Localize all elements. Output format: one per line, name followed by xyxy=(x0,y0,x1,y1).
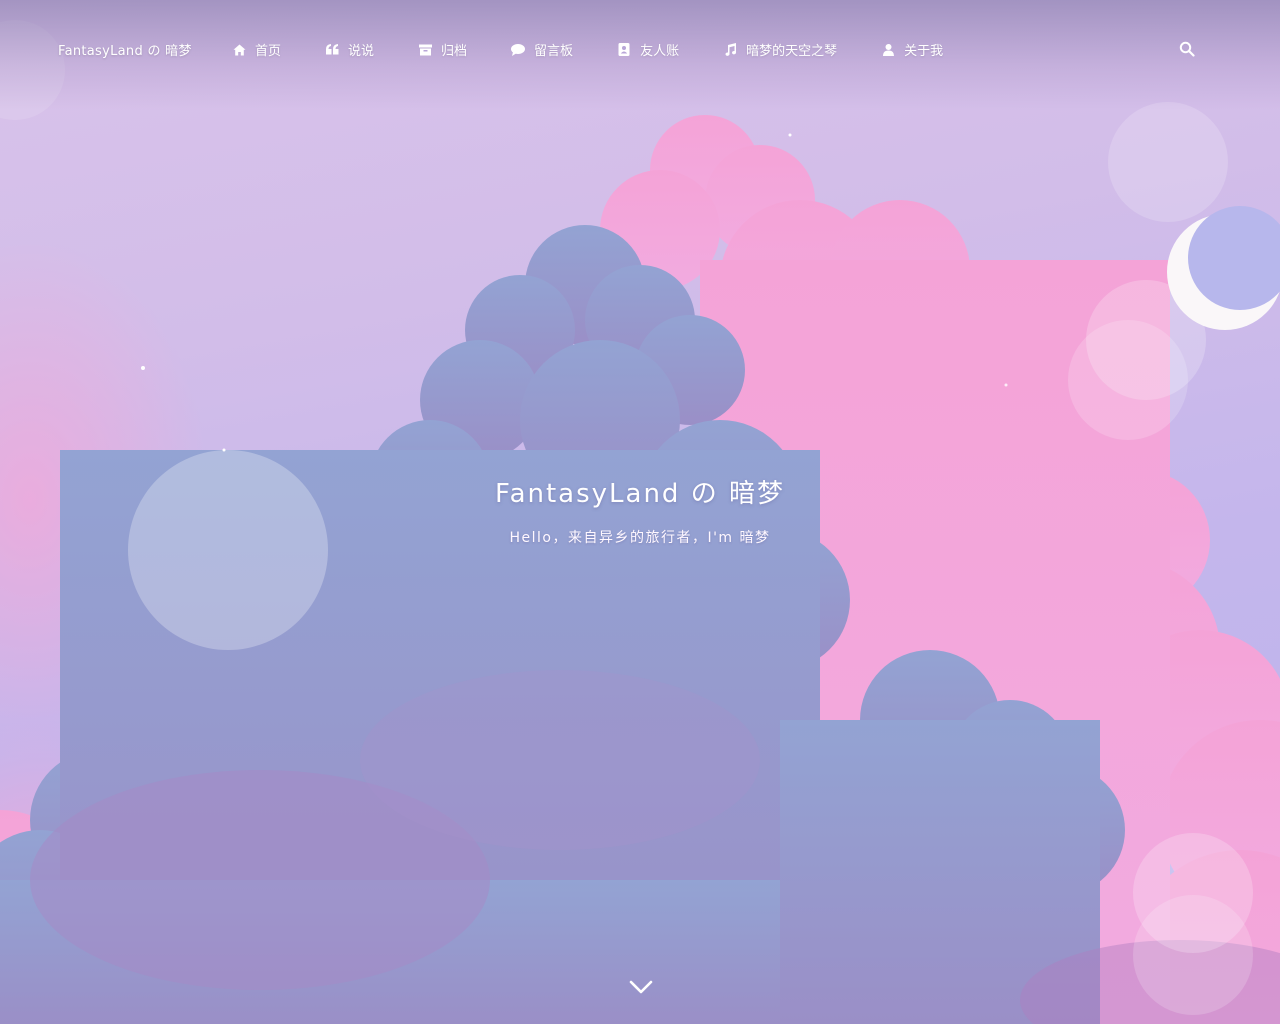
site-brand[interactable]: FantasyLand の 暗梦 xyxy=(58,40,192,59)
chevron-down-icon xyxy=(629,980,653,994)
nav-item-label: 首页 xyxy=(255,44,282,59)
nav-item-friends[interactable]: 友人账 xyxy=(617,40,679,59)
nav-item-label: 说说 xyxy=(348,44,375,59)
nav-item-guestbook[interactable]: 留言板 xyxy=(511,40,573,59)
nav-item-moments[interactable]: 说说 xyxy=(325,40,374,59)
music-icon xyxy=(723,43,737,57)
bokeh-circle xyxy=(1068,320,1188,440)
star xyxy=(141,366,145,370)
hero-background xyxy=(0,0,1280,1024)
nav-item-label: 关于我 xyxy=(904,44,944,59)
comment-icon xyxy=(511,43,526,57)
scroll-down-button[interactable] xyxy=(628,976,654,998)
sky-illustration xyxy=(0,20,1280,1024)
address-book-icon xyxy=(617,43,631,57)
nav-item-label: 友人账 xyxy=(640,44,680,59)
quote-icon xyxy=(325,43,339,57)
nav-item-music[interactable]: 暗梦的天空之琴 xyxy=(723,40,837,59)
nav-item-home[interactable]: 首页 xyxy=(232,40,281,59)
star xyxy=(222,448,226,452)
nav-item-label: 留言板 xyxy=(534,44,574,59)
nav-item-label: 暗梦的天空之琴 xyxy=(746,44,838,59)
home-icon xyxy=(232,43,246,57)
hero-title: FantasyLand の 暗梦 xyxy=(495,479,785,509)
bokeh-circle xyxy=(1108,102,1228,222)
search-button[interactable] xyxy=(1179,41,1195,57)
nav-item-label: 归档 xyxy=(441,44,468,59)
search-icon xyxy=(1179,41,1195,57)
nav-menu: 首页 说说 归档 留言板 友人账 暗梦的天空之琴 关于我 xyxy=(232,40,943,59)
crescent-moon xyxy=(1167,206,1280,330)
hero-subtitle: Hello，来自异乡的旅行者，I'm 暗梦 xyxy=(509,530,771,546)
archive-icon xyxy=(418,43,432,57)
top-navigation: FantasyLand の 暗梦 首页 说说 归档 留言板 友人账 暗梦的天空之… xyxy=(0,0,1280,98)
nav-item-archive[interactable]: 归档 xyxy=(418,40,467,59)
star xyxy=(788,133,792,137)
user-icon xyxy=(881,43,895,57)
nav-item-about[interactable]: 关于我 xyxy=(881,40,943,59)
bokeh-circle xyxy=(1133,895,1253,1015)
star xyxy=(1004,383,1008,387)
